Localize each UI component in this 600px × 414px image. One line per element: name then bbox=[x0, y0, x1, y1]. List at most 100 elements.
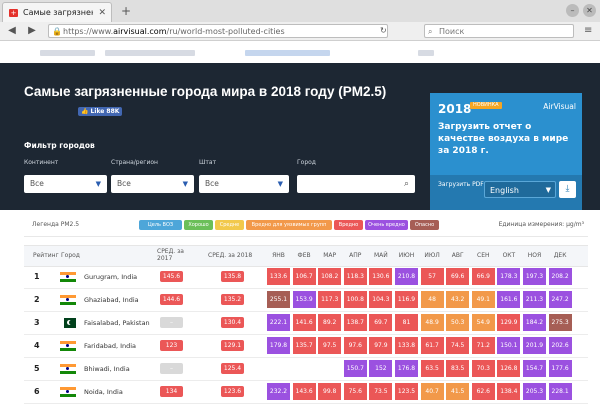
month-value: 201.9 bbox=[523, 337, 546, 354]
col-rank[interactable]: Рейтинг bbox=[33, 252, 59, 259]
download-icon[interactable]: ⤓ bbox=[559, 181, 576, 198]
minimize-button[interactable]: – bbox=[566, 4, 579, 17]
chevron-down-icon: ▼ bbox=[545, 186, 551, 194]
table-row[interactable]: 1 Gurugram, India 145.6 135.8 133.6 106.7 108.… bbox=[24, 266, 588, 289]
lock-icon: 🔒 bbox=[52, 27, 62, 36]
legend-item: Цель ВОЗ bbox=[139, 220, 182, 230]
nav-item[interactable] bbox=[105, 50, 195, 56]
india-flag-icon bbox=[60, 387, 76, 397]
month-value: 61.7 bbox=[420, 337, 444, 354]
col-month[interactable]: ФЕВ bbox=[293, 252, 316, 259]
continent-value: Все bbox=[30, 179, 44, 188]
back-icon[interactable]: ◀ bbox=[4, 24, 20, 38]
city-name[interactable]: Faridabad, India bbox=[84, 342, 136, 350]
filter-country-label: Страна/регион bbox=[111, 159, 158, 166]
forward-icon[interactable]: ▶ bbox=[24, 24, 40, 38]
rank-number: 6 bbox=[34, 387, 40, 396]
avg-2017-value: 134 bbox=[160, 386, 183, 397]
india-flag-icon bbox=[60, 341, 76, 351]
month-value: 176.8 bbox=[395, 360, 418, 377]
month-value: 83.5 bbox=[446, 360, 470, 377]
month-value: 97.5 bbox=[318, 337, 342, 354]
hamburger-menu-icon[interactable]: ≡ bbox=[584, 25, 592, 36]
city-name[interactable]: Gurugram, India bbox=[84, 273, 137, 281]
avg-2017-value: 144.6 bbox=[160, 294, 183, 305]
col-avg2017[interactable]: СРЕД. за 2017 bbox=[157, 248, 191, 262]
col-month[interactable]: ДЕК bbox=[549, 252, 572, 259]
state-select[interactable]: Все ▼ bbox=[199, 175, 289, 193]
table-row[interactable]: 4 Faridabad, India 123 129.1 179.8 135.7 97.5 9… bbox=[24, 335, 588, 358]
month-value: 118.3 bbox=[343, 268, 367, 285]
city-name[interactable]: Ghaziabad, India bbox=[84, 296, 139, 304]
city-name[interactable]: Bhiwadi, India bbox=[84, 365, 130, 373]
month-value: 129.9 bbox=[497, 314, 521, 331]
chevron-down-icon: ▼ bbox=[277, 180, 283, 188]
browser-tab[interactable]: + Самые загрязнен ✕ bbox=[2, 2, 112, 22]
month-value: 70.3 bbox=[471, 360, 495, 377]
col-month[interactable]: АВГ bbox=[446, 252, 469, 259]
continent-select[interactable]: Все ▼ bbox=[24, 175, 107, 193]
avg-2018-value: 123.6 bbox=[221, 386, 244, 397]
month-value: 62.6 bbox=[471, 383, 495, 400]
chevron-down-icon: ▼ bbox=[182, 180, 188, 188]
close-window-button[interactable]: ✕ bbox=[583, 4, 596, 17]
month-value: 97.6 bbox=[343, 337, 367, 354]
search-icon: ⌕ bbox=[428, 27, 433, 36]
filter-continent-label: Континент bbox=[24, 159, 59, 166]
address-bar[interactable]: 🔒 https://www.airvisual.com/ru/world-most… bbox=[48, 24, 388, 38]
table-row[interactable]: 5 Bhiwadi, India – 125.4 150.7 152 176.8 63.5 83… bbox=[24, 358, 588, 381]
month-value: 150.7 bbox=[343, 360, 367, 377]
india-flag-icon bbox=[60, 272, 76, 282]
col-month[interactable]: ЯНВ bbox=[267, 252, 290, 259]
month-value: 48 bbox=[420, 291, 444, 308]
col-month[interactable]: ОКТ bbox=[497, 252, 520, 259]
avg-2018-value: 135.8 bbox=[221, 271, 244, 282]
browser-search-input[interactable]: ⌕ Поиск bbox=[424, 24, 574, 38]
pakistan-flag-icon bbox=[60, 318, 76, 328]
month-value: 210.8 bbox=[395, 268, 418, 285]
col-city[interactable]: Город bbox=[61, 252, 80, 259]
col-month[interactable]: МАЙ bbox=[369, 252, 392, 259]
nav-item[interactable] bbox=[418, 50, 434, 56]
rank-number: 3 bbox=[34, 318, 40, 327]
country-select[interactable]: Все ▼ bbox=[111, 175, 194, 193]
nav-item-active[interactable] bbox=[245, 50, 330, 56]
table-row[interactable]: 2 Ghaziabad, India 144.6 135.2 255.1 153.9 117… bbox=[24, 289, 588, 312]
avg-2017-value: – bbox=[160, 363, 183, 374]
month-value: 179.8 bbox=[267, 337, 290, 354]
tab-close-icon[interactable]: ✕ bbox=[98, 3, 106, 23]
promo-download-bar: Загрузить PDF English ▼ ⤓ bbox=[430, 175, 582, 210]
legend-item: Опасно bbox=[410, 220, 439, 230]
reload-icon[interactable]: ↻ bbox=[380, 26, 387, 35]
col-avg2018[interactable]: СРЕД. за 2018 bbox=[208, 252, 252, 259]
col-month[interactable]: НОЯ bbox=[523, 252, 546, 259]
col-month[interactable]: СЕН bbox=[472, 252, 495, 259]
month-value: 133.8 bbox=[395, 337, 418, 354]
avg-2018-value: 129.1 bbox=[221, 340, 244, 351]
month-value: 211.3 bbox=[523, 291, 546, 308]
col-month[interactable]: ИЮЛ bbox=[421, 252, 444, 259]
col-month[interactable]: АПР bbox=[344, 252, 367, 259]
filter-state-label: Штат bbox=[199, 159, 217, 166]
col-month[interactable]: МАР bbox=[318, 252, 341, 259]
month-value: 66.9 bbox=[471, 268, 495, 285]
month-value: 232.2 bbox=[267, 383, 290, 400]
table-row[interactable]: 6 Noida, India 134 123.6 232.2 143.6 99.8 75.6 7… bbox=[24, 381, 588, 404]
month-value: 48.9 bbox=[420, 314, 444, 331]
city-name[interactable]: Faisalabad, Pakistan bbox=[84, 319, 150, 327]
page-title: Самые загрязненные города мира в 2018 го… bbox=[24, 84, 387, 99]
city-name[interactable]: Noida, India bbox=[84, 388, 123, 396]
new-tab-button[interactable]: + bbox=[118, 4, 134, 18]
legend-label: Легенда PM2.5 bbox=[32, 221, 80, 228]
language-select[interactable]: English ▼ bbox=[484, 181, 556, 198]
nav-item[interactable] bbox=[40, 50, 95, 56]
month-value: 202.6 bbox=[548, 337, 572, 354]
url-prefix: https://www. bbox=[63, 27, 114, 36]
city-search-input[interactable]: ⌕ bbox=[297, 175, 415, 193]
month-value: 100.8 bbox=[343, 291, 367, 308]
filter-city-label: Город bbox=[297, 159, 316, 166]
window-controls: – ✕ bbox=[562, 4, 596, 17]
table-row[interactable]: 3 Faisalabad, Pakistan – 130.4 222.1 141.6 89.… bbox=[24, 312, 588, 335]
facebook-like-button[interactable]: 👍 Like 88K bbox=[78, 107, 123, 116]
col-month[interactable]: ИЮН bbox=[395, 252, 418, 259]
